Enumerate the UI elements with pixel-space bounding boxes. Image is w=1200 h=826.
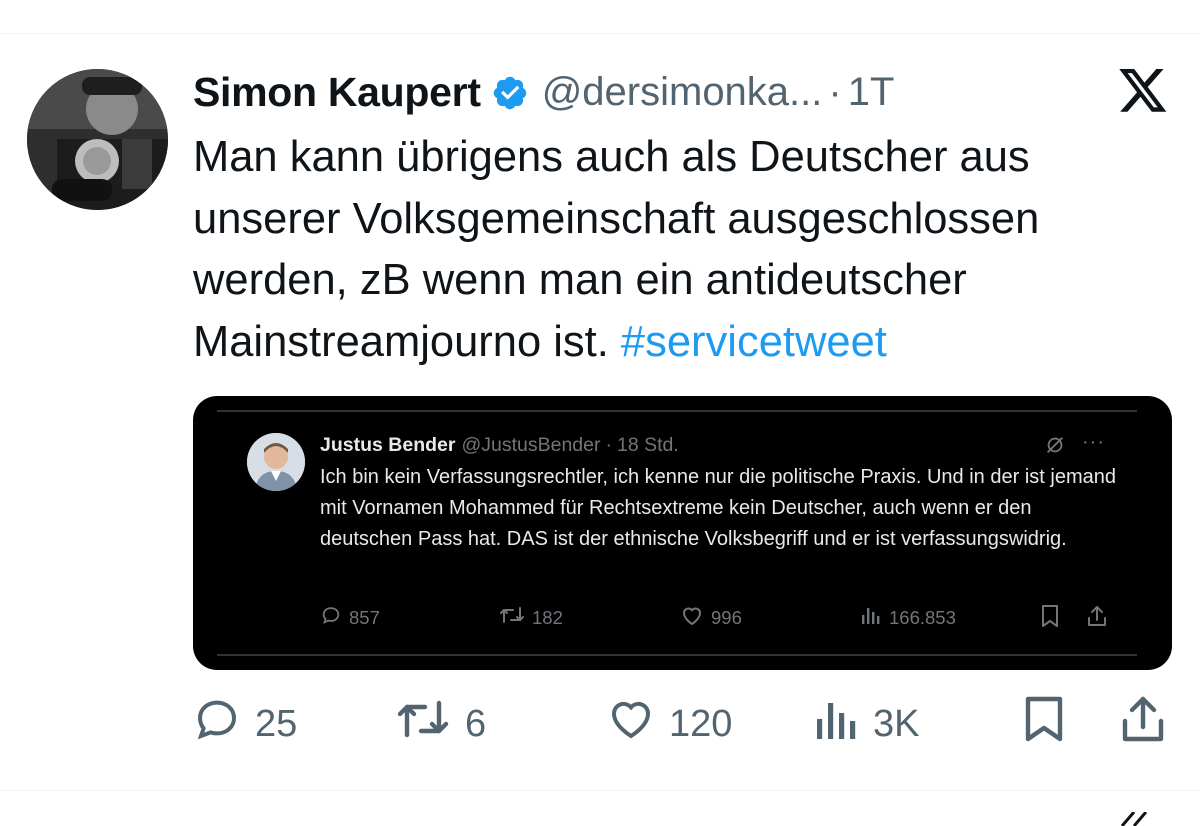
author-handle[interactable]: @dersimonka...: [542, 70, 823, 115]
embedded-views: 166.853: [860, 604, 956, 631]
retweet-icon: [395, 695, 465, 753]
embedded-views-count: 166.853: [889, 606, 956, 628]
share-icon: [1086, 604, 1115, 628]
share-button[interactable]: [1121, 695, 1179, 753]
author-name[interactable]: Simon Kaupert: [193, 69, 481, 116]
tweet-header: Simon Kaupert @dersimonka... · 1T: [193, 64, 894, 120]
like-icon: [607, 695, 669, 753]
bookmark-button[interactable]: [1022, 695, 1080, 753]
verified-badge-icon: [491, 74, 529, 112]
views-button[interactable]: 3K: [815, 697, 919, 751]
tweet-body: Man kann übrigens auch als Deutscher aus…: [193, 133, 1040, 366]
views-count: 3K: [873, 702, 920, 745]
retweet-icon: [499, 604, 532, 631]
views-icon: [860, 604, 889, 631]
bottom-divider: [0, 790, 1200, 791]
next-tweet-peek-icon: [1120, 812, 1148, 826]
embedded-retweet-count: 182: [532, 606, 563, 628]
separator-dot: ·: [828, 69, 842, 114]
embed-top-rule: [217, 410, 1137, 412]
embedded-retweet: 182: [499, 604, 563, 631]
embedded-author-avatar: [247, 433, 305, 491]
tweet-text: Man kann übrigens auch als Deutscher aus…: [193, 127, 1183, 373]
author-avatar[interactable]: [27, 69, 168, 210]
embedded-like-count: 996: [711, 606, 742, 628]
embedded-separator-dot: ·: [605, 433, 613, 456]
like-button[interactable]: 120: [607, 697, 732, 751]
embedded-like: 996: [680, 604, 742, 631]
embedded-tweet-text: Ich bin kein Verfassungsrechtler, ich ke…: [320, 466, 1116, 550]
retweet-count: 6: [465, 702, 487, 745]
tweet-time[interactable]: 1T: [848, 70, 895, 115]
tweet-action-bar: 25 6 120 3K: [0, 695, 1200, 753]
embedded-author-name: Justus Bender: [320, 433, 456, 456]
embedded-tweet-image[interactable]: Justus Bender @JustusBender · 18 Std. ··…: [193, 396, 1172, 670]
embedded-time: 18 Std.: [617, 433, 679, 456]
bookmark-icon: [1039, 604, 1068, 628]
x-logo-icon[interactable]: [1117, 69, 1169, 116]
like-count: 120: [669, 702, 733, 745]
more-icon: ···: [1082, 431, 1105, 453]
bookmark-icon: [1022, 695, 1080, 753]
embedded-header: Justus Bender @JustusBender · 18 Std.: [320, 431, 679, 459]
embedded-reply: 857: [320, 604, 380, 631]
top-divider: [0, 33, 1200, 34]
like-icon: [680, 604, 711, 631]
reply-count: 25: [255, 702, 298, 745]
share-icon: [1121, 695, 1179, 753]
embedded-reply-count: 857: [349, 606, 380, 628]
hashtag-link[interactable]: #servicetweet: [621, 318, 887, 366]
reply-button[interactable]: 25: [193, 697, 297, 751]
views-icon: [815, 695, 873, 753]
embed-bottom-rule: [217, 654, 1137, 656]
embedded-author-handle: @JustusBender: [461, 433, 601, 456]
reply-icon: [193, 695, 255, 753]
retweet-button[interactable]: 6: [395, 697, 486, 751]
embedded-action-bar: 857 182 996 166.853: [193, 604, 1172, 634]
grok-icon: [1044, 434, 1066, 461]
reply-icon: [320, 604, 349, 631]
